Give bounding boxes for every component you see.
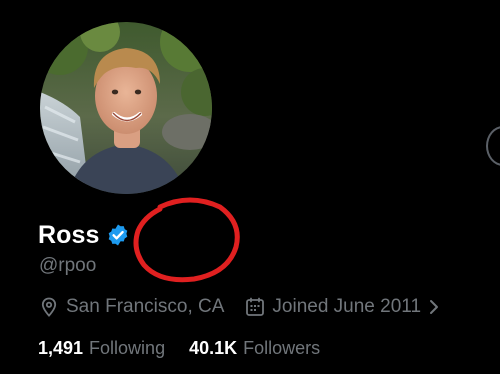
- joined-text: Joined June 2011: [272, 296, 422, 317]
- verified-badge-icon[interactable]: [106, 223, 130, 247]
- followers-link[interactable]: 40.1K Followers: [189, 338, 320, 359]
- following-label: Following: [89, 338, 166, 358]
- location-item: San Francisco, CA: [38, 296, 224, 318]
- calendar-icon: [244, 296, 266, 318]
- following-link[interactable]: 1,491 Following: [38, 338, 165, 359]
- display-name: Ross: [38, 220, 100, 249]
- chevron-right-icon[interactable]: [427, 298, 441, 316]
- following-count: 1,491: [38, 338, 84, 358]
- more-options-button[interactable]: [486, 126, 500, 166]
- followers-count: 40.1K: [189, 338, 238, 358]
- name-row: Ross: [38, 218, 130, 252]
- joined-item[interactable]: Joined June 2011: [244, 296, 441, 318]
- followers-label: Followers: [243, 338, 321, 358]
- location-text: San Francisco, CA: [66, 296, 225, 317]
- annotation-circle-icon: [133, 197, 240, 283]
- follow-stats: 1,491 Following 40.1K Followers: [38, 338, 320, 359]
- location-pin-icon: [38, 296, 60, 318]
- profile-header: Ross @rpoo San Francisco, CA Joined June…: [0, 0, 500, 374]
- avatar-photo: [40, 22, 212, 194]
- profile-meta: San Francisco, CA Joined June 2011: [38, 294, 441, 320]
- user-handle: @rpoo: [39, 255, 97, 276]
- profile-avatar[interactable]: [40, 22, 212, 194]
